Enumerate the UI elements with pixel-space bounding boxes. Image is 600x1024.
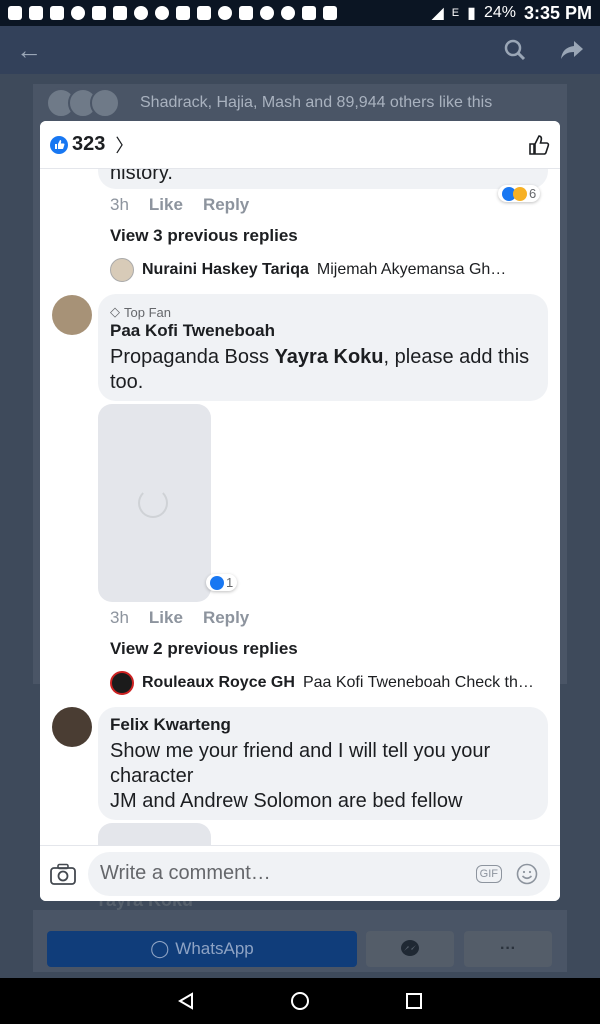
- comment-2-reply-button[interactable]: Reply: [203, 608, 249, 628]
- comment-3-author[interactable]: Felix Kwarteng: [110, 715, 231, 735]
- comment-1-like-button[interactable]: Like: [149, 195, 183, 215]
- gallery-icon: [176, 6, 190, 20]
- whatsapp-notification-icon: [155, 6, 169, 20]
- app-bar: ←: [0, 26, 600, 74]
- comment-2-avatar[interactable]: [52, 295, 92, 335]
- comment-3-text: Show me your friend and I will tell you …: [110, 740, 491, 812]
- messenger-share-button[interactable]: [366, 931, 454, 967]
- reply-preview-text: Mijemah Akyemansa Gh…: [316, 261, 507, 278]
- system-navigation-bar: [0, 978, 600, 1024]
- comment-input[interactable]: Write a comment… GIF: [88, 851, 550, 896]
- comment-1-reactions[interactable]: 6: [498, 185, 541, 202]
- reply-preview-text: Paa Kofi Tweneboah Check th…: [302, 674, 534, 691]
- whatsapp-share-button[interactable]: ◯ WhatsApp: [47, 931, 357, 967]
- dot-icon: [260, 6, 274, 20]
- comment-2-view-replies[interactable]: View 2 previous replies: [110, 639, 298, 659]
- like-mini-icon: [210, 575, 224, 590]
- comment-2-text-part: Propaganda Boss: [110, 346, 275, 368]
- gif-button[interactable]: GIF: [475, 864, 502, 883]
- like-thumb-icon[interactable]: [528, 134, 550, 156]
- comment-1-reply-button[interactable]: Reply: [203, 195, 249, 215]
- comment-2-like-button[interactable]: Like: [149, 608, 183, 628]
- background-likes-text: Shadrack, Hajia, Mash and 89,944 others …: [140, 94, 493, 111]
- loading-spinner-icon: [138, 488, 168, 518]
- gmail-icon: [239, 6, 253, 20]
- comment-1-reaction-count: 6: [529, 186, 537, 201]
- comment-2-reactions[interactable]: 1: [206, 574, 238, 591]
- comment-3-avatar[interactable]: [52, 707, 92, 747]
- whatsapp-label: WhatsApp: [175, 939, 254, 958]
- back-nav-icon[interactable]: [177, 992, 195, 1010]
- signal-icon: ◢: [431, 5, 444, 22]
- reply-author-name: Nuraini Haskey Tariqa: [142, 261, 309, 278]
- messenger-notification-icon: [8, 6, 22, 20]
- system-indicators: ◢ E ▮ 24% 3:35 PM: [431, 3, 592, 24]
- app-notification-icon-2: [134, 6, 148, 20]
- comment-2-text: Propaganda Boss Yayra Koku, please add t…: [110, 345, 540, 395]
- download-icon: [92, 6, 106, 20]
- comment-1-actions: 3h Like Reply: [110, 195, 249, 215]
- comment-2-actions: 3h Like Reply: [110, 608, 249, 628]
- comment-composer: Write a comment… GIF: [40, 845, 560, 901]
- notification-icons: [8, 6, 337, 20]
- comment-3-image[interactable]: [98, 823, 211, 845]
- comment-2-author[interactable]: Paa Kofi Tweneboah: [110, 321, 275, 341]
- comment-1-view-replies[interactable]: View 3 previous replies: [110, 226, 298, 246]
- more-share-button[interactable]: ···: [464, 931, 552, 967]
- liker-avatars: [46, 88, 120, 118]
- instagram-icon-2: [323, 6, 337, 20]
- app-notification-icon: [71, 6, 85, 20]
- haha-mini-icon: [513, 186, 527, 201]
- top-fan-badge: ◇ Top Fan: [110, 304, 171, 320]
- download-icon-2: [113, 6, 127, 20]
- reply-avatar: [110, 258, 134, 282]
- more-label: ···: [500, 940, 516, 957]
- reaction-count: 323: [72, 133, 106, 155]
- comment-2-time: 3h: [110, 608, 129, 627]
- comments-modal: 323 〉 history. 6 3h Like Reply View 3 pr…: [40, 121, 560, 901]
- clock: 3:35 PM: [523, 2, 592, 23]
- like-reaction-icon: [50, 135, 68, 154]
- comments-list[interactable]: history. 6 3h Like Reply View 3 previous…: [40, 169, 560, 845]
- diamond-icon: ◇: [110, 304, 120, 319]
- home-nav-icon[interactable]: [290, 991, 310, 1011]
- comment-2-last-reply[interactable]: Rouleaux Royce GH Paa Kofi Tweneboah Che…: [110, 671, 534, 695]
- comment-2-reaction-count: 1: [226, 575, 234, 590]
- reactions-header[interactable]: 323 〉: [40, 121, 560, 169]
- comment-1-time: 3h: [110, 195, 129, 214]
- square-icon: [302, 6, 316, 20]
- top-fan-label: Top Fan: [124, 304, 171, 320]
- back-arrow-icon[interactable]: ←: [16, 35, 42, 66]
- whatsapp-icon: ◯: [150, 939, 170, 958]
- app-notification-icon-3: [218, 6, 232, 20]
- instagram-icon: [197, 6, 211, 20]
- comment-placeholder: Write a comment…: [100, 862, 271, 884]
- n-app-icon: [29, 6, 43, 20]
- battery-level: 24%: [483, 4, 516, 21]
- bell-icon: [281, 6, 295, 20]
- battery-icon: ▮: [467, 5, 476, 22]
- emoji-icon[interactable]: [516, 863, 538, 885]
- chevron-right-icon: 〉: [115, 135, 134, 156]
- share-icon[interactable]: [560, 39, 584, 61]
- reply-author-name: Rouleaux Royce GH: [142, 674, 295, 691]
- network-type: E: [451, 7, 460, 19]
- messenger-icon: [401, 940, 419, 956]
- comment-1-last-reply[interactable]: Nuraini Haskey Tariqa Mijemah Akyemansa …: [110, 258, 506, 282]
- recents-nav-icon[interactable]: [405, 992, 423, 1010]
- comment-1-partial-text: history.: [110, 169, 173, 184]
- search-icon[interactable]: [504, 39, 526, 61]
- status-bar: ◢ E ▮ 24% 3:35 PM: [0, 0, 600, 26]
- reply-avatar: [110, 671, 134, 695]
- mention-link[interactable]: Yayra Koku: [275, 346, 384, 368]
- facebook-notification-icon: [50, 6, 64, 20]
- camera-icon[interactable]: [50, 863, 76, 885]
